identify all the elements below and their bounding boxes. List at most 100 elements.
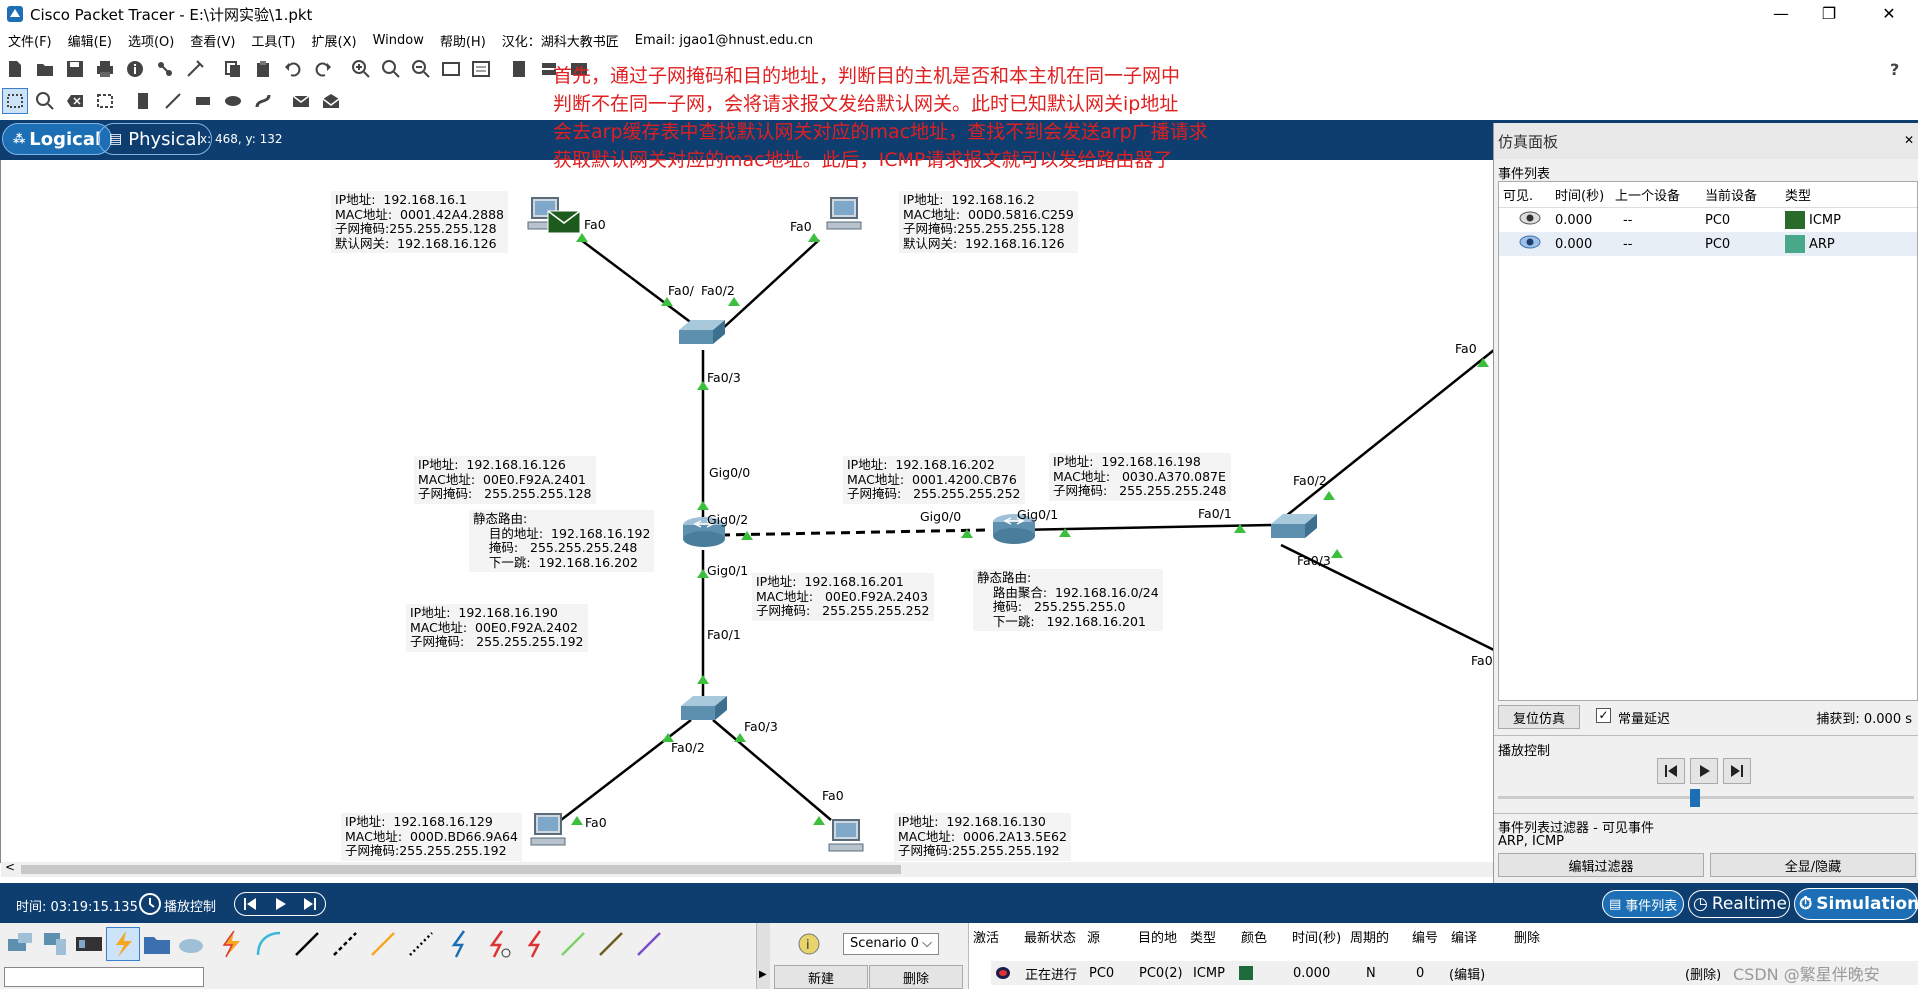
sim-panel-close-icon[interactable]: ✕	[1904, 133, 1914, 147]
delete-icon[interactable]	[62, 88, 88, 114]
menu-view[interactable]: 查看(V)	[182, 31, 243, 50]
switch1-icon[interactable]	[679, 694, 729, 724]
resize-icon[interactable]	[92, 88, 118, 114]
close-button[interactable]: ✕	[1866, 2, 1912, 26]
print-icon[interactable]	[92, 56, 118, 82]
maximize-button[interactable]: ❐	[1806, 2, 1852, 26]
add-complex-pdu-icon[interactable]	[318, 88, 344, 114]
serial-dce-icon[interactable]	[480, 927, 514, 961]
add-simple-pdu-icon[interactable]	[288, 88, 314, 114]
fiber-cable-icon[interactable]	[366, 927, 400, 961]
new-file-icon[interactable]	[2, 56, 28, 82]
simulation-mode-button[interactable]: ⏱ Simulation	[1794, 888, 1918, 920]
pdu-delete-link[interactable]: (删除)	[1685, 964, 1721, 983]
notes-icon[interactable]	[506, 56, 532, 82]
note-pc1[interactable]: IP地址: 192.168.16.2 MAC地址: 00D0.5816.C259…	[899, 191, 1078, 253]
edit-filter-button[interactable]: 编辑过滤器	[1498, 853, 1704, 877]
paste-icon[interactable]	[250, 56, 276, 82]
delete-scenario-button[interactable]: 删除	[869, 965, 963, 989]
logical-canvas[interactable]: IP地址: 192.168.16.1 MAC地址: 0001.42A4.2888…	[0, 160, 1494, 877]
note-r0-gig00[interactable]: IP地址: 192.168.16.126 MAC地址: 00E0.F92A.24…	[414, 456, 596, 504]
usb-cable-icon[interactable]	[632, 927, 666, 961]
network-devices-icon[interactable]	[4, 927, 38, 961]
fire-status-icon[interactable]	[995, 966, 1011, 980]
note-r0-gig01[interactable]: IP地址: 192.168.16.190 MAC地址: 00E0.F92A.24…	[406, 604, 588, 652]
eye-icon[interactable]	[1499, 211, 1555, 229]
network-info-icon[interactable]	[152, 56, 178, 82]
event-row-arp[interactable]: 0.000 -- PC0 ARP	[1499, 232, 1917, 256]
step-back-button[interactable]	[1657, 758, 1685, 784]
scrollbar-thumb[interactable]	[21, 865, 901, 874]
redo-icon[interactable]	[310, 56, 336, 82]
draw-line-icon[interactable]	[160, 88, 186, 114]
misc-folder-icon[interactable]	[140, 927, 174, 961]
realtime-mode-button[interactable]: ◷ Realtime	[1688, 890, 1790, 918]
custom-device-icon[interactable]	[468, 56, 494, 82]
event-list-toggle-button[interactable]: ▤ 事件列表	[1602, 890, 1684, 918]
note-r1-static-route[interactable]: 静态路由: 路由聚合: 192.168.16.0/24 掩码: 255.255.…	[973, 569, 1163, 631]
octal-cable-icon[interactable]	[556, 927, 590, 961]
draw-rectangle-icon[interactable]	[190, 88, 216, 114]
help-icon[interactable]: ?	[1882, 56, 1908, 82]
physical-tab[interactable]: ▤ Physical	[98, 123, 213, 155]
zoom-in-icon[interactable]	[348, 56, 374, 82]
copy-icon[interactable]	[220, 56, 246, 82]
open-folder-icon[interactable]	[32, 56, 58, 82]
auto-connection-icon[interactable]	[214, 927, 248, 961]
serial-dte-icon[interactable]	[518, 927, 552, 961]
menu-file[interactable]: 文件(F)	[0, 31, 60, 50]
pdu-info-icon[interactable]: i	[798, 933, 820, 955]
reset-simulation-button[interactable]: 复位仿真	[1498, 705, 1580, 729]
note-pc3[interactable]: IP地址: 192.168.16.130 MAC地址: 0006.2A13.5E…	[894, 813, 1071, 861]
minimize-button[interactable]: —	[1758, 2, 1804, 26]
straight-through-cable-icon[interactable]	[290, 927, 324, 961]
note-r0-static-route[interactable]: 静态路由: 目的地址: 192.168.16.192 掩码: 255.255.2…	[469, 510, 655, 572]
play-speed-slider[interactable]	[1498, 796, 1914, 799]
menu-tools[interactable]: 工具(T)	[243, 31, 303, 50]
draw-ellipse-icon[interactable]	[220, 88, 246, 114]
crossover-cable-icon[interactable]	[328, 927, 362, 961]
note-r1-gig00[interactable]: IP地址: 192.168.16.202 MAC地址: 0001.4200.CB…	[843, 456, 1025, 504]
pc2-icon[interactable]	[529, 812, 569, 848]
step-back-icon[interactable]	[243, 897, 257, 911]
menu-extensions[interactable]: 扩展(X)	[304, 31, 365, 50]
switch0-icon[interactable]	[677, 318, 727, 348]
menu-help[interactable]: 帮助(H)	[432, 31, 494, 50]
iot-cable-icon[interactable]	[594, 927, 628, 961]
multiuser-cloud-icon[interactable]	[174, 927, 208, 961]
switch2-icon[interactable]	[1269, 512, 1319, 542]
components-icon[interactable]	[72, 927, 106, 961]
play-speed-slider-thumb[interactable]	[1690, 789, 1700, 807]
info-icon[interactable]	[122, 56, 148, 82]
console-cable-icon[interactable]	[252, 927, 286, 961]
note-pc0[interactable]: IP地址: 192.168.16.1 MAC地址: 0001.42A4.2888…	[331, 191, 508, 253]
logical-tab[interactable]: ⁂ Logical	[2, 123, 113, 155]
menu-edit[interactable]: 编辑(E)	[60, 31, 120, 50]
select-icon[interactable]	[2, 88, 28, 114]
zoom-out-icon[interactable]	[408, 56, 434, 82]
scroll-left-icon[interactable]: <	[5, 860, 15, 874]
inspect-icon[interactable]	[32, 88, 58, 114]
pdu-envelope-icon[interactable]	[547, 210, 581, 234]
save-icon[interactable]	[62, 56, 88, 82]
pc3-icon[interactable]	[827, 818, 867, 854]
step-forward-button[interactable]	[1723, 758, 1751, 784]
play-icon[interactable]	[273, 897, 287, 911]
wizard-icon[interactable]	[182, 56, 208, 82]
phone-cable-icon[interactable]	[404, 927, 438, 961]
step-forward-icon[interactable]	[303, 897, 317, 911]
coaxial-cable-icon[interactable]	[442, 927, 476, 961]
note-r0-gig02[interactable]: IP地址: 192.168.16.201 MAC地址: 00E0.F92A.24…	[752, 573, 934, 621]
show-all-hide-button[interactable]: 全显/隐藏	[1710, 853, 1916, 877]
pc1-icon[interactable]	[825, 196, 865, 232]
connections-icon[interactable]	[106, 927, 140, 961]
canvas-horizontal-scrollbar[interactable]: <	[1, 860, 1494, 877]
zoom-reset-icon[interactable]	[378, 56, 404, 82]
pane-splitter[interactable]: ▶	[756, 923, 770, 989]
scenario-select[interactable]: Scenario 0 ⌵	[843, 933, 939, 955]
pdu-edit-link[interactable]: (编辑)	[1449, 964, 1685, 983]
event-row-icmp[interactable]: 0.000 -- PC0 ICMP	[1499, 208, 1917, 232]
drawing-palette-icon[interactable]	[438, 56, 464, 82]
note-r1-gig01[interactable]: IP地址: 192.168.16.198 MAC地址: 0030.A370.08…	[1049, 453, 1231, 501]
play-button[interactable]	[1690, 758, 1718, 784]
